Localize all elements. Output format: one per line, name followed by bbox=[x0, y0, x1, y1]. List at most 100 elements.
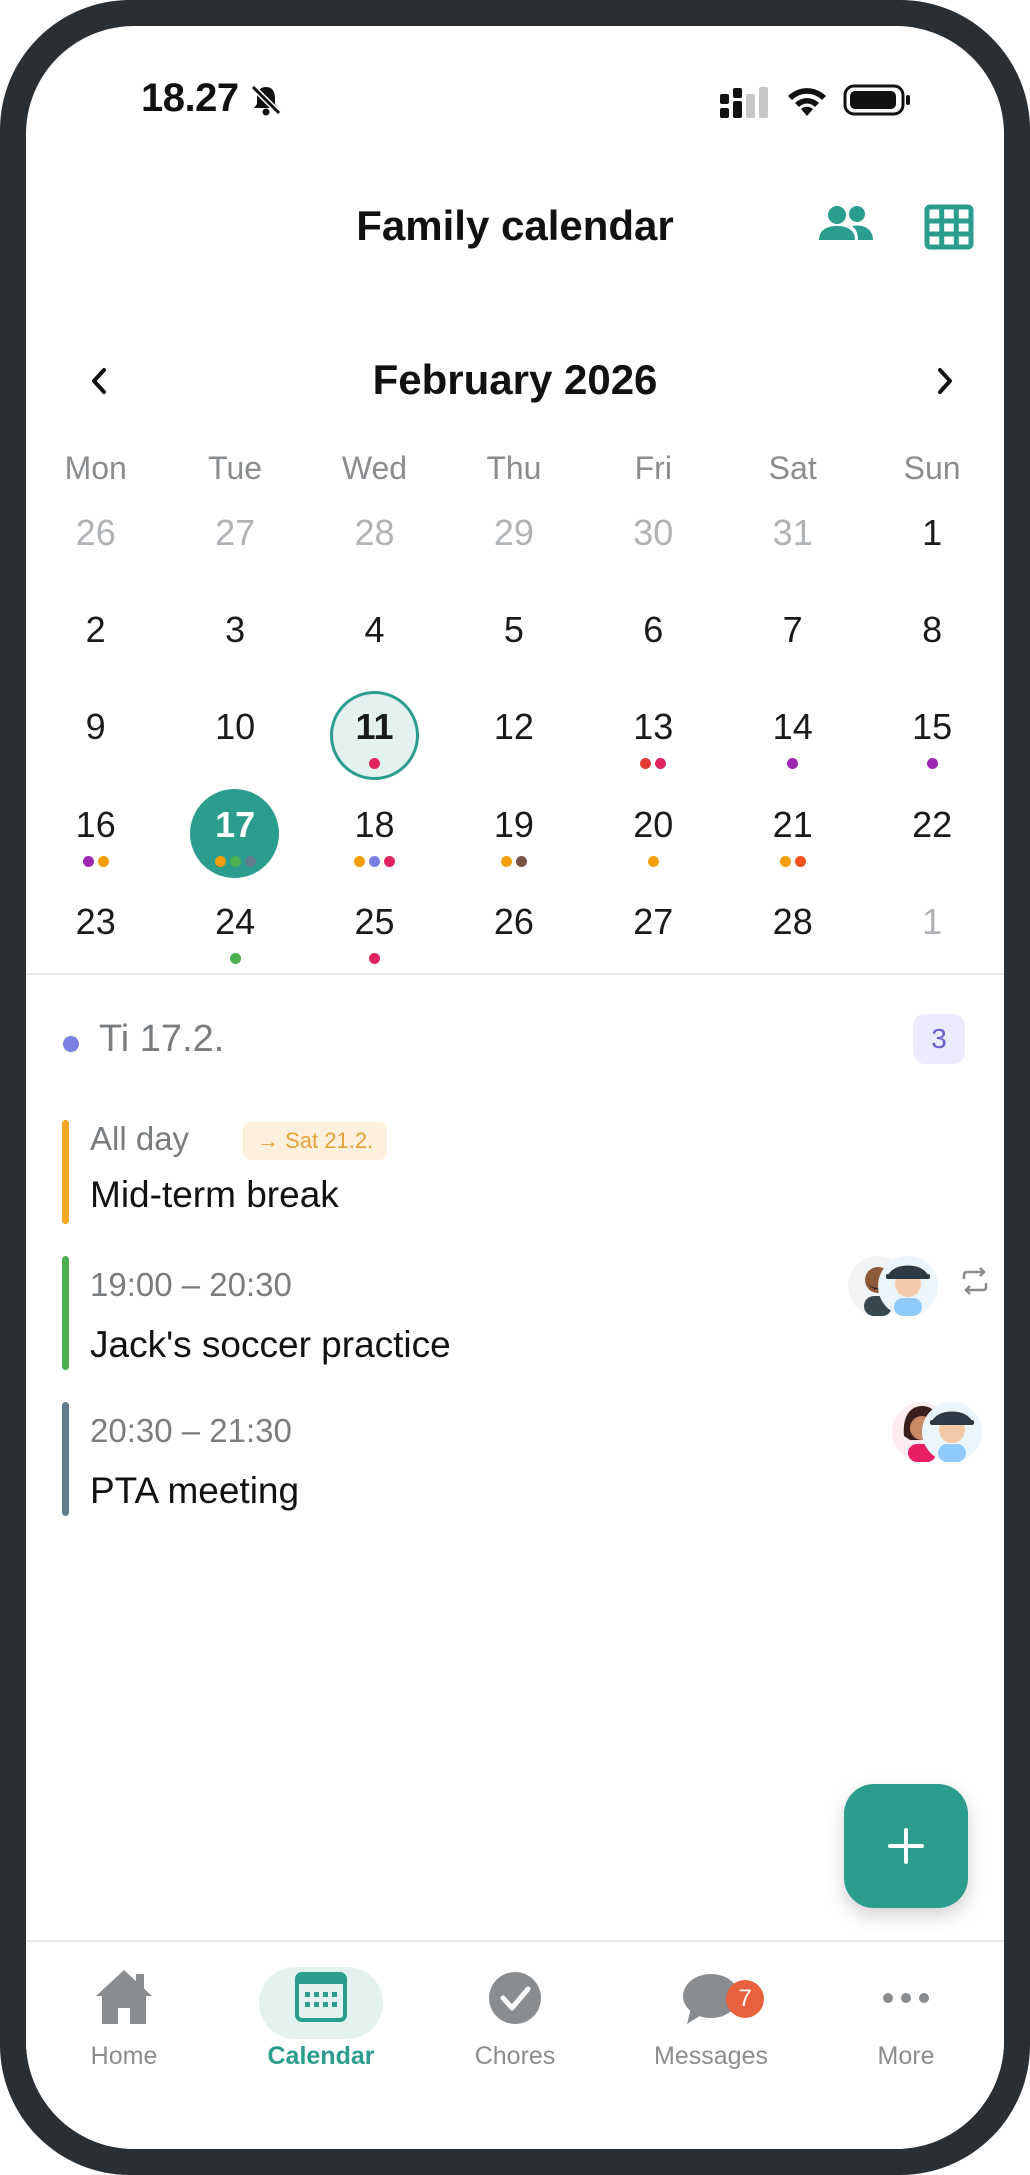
day-number: 22 bbox=[912, 804, 953, 845]
calendar-day[interactable]: 12 bbox=[444, 694, 583, 792]
event-item[interactable]: 20:30 – 21:30 PTA meeting bbox=[62, 1378, 992, 1516]
calendar-day[interactable]: 7 bbox=[723, 597, 862, 695]
plus-icon bbox=[888, 1828, 924, 1864]
day-number: 6 bbox=[643, 609, 664, 650]
day-number: 27 bbox=[215, 512, 256, 553]
event-dot bbox=[926, 758, 938, 769]
event-dot bbox=[368, 953, 380, 964]
calendar-day[interactable]: 27 bbox=[165, 500, 304, 598]
day-number: 23 bbox=[75, 901, 116, 942]
calendar-day[interactable]: 26 bbox=[26, 500, 165, 598]
day-number: 30 bbox=[633, 512, 674, 553]
event-title: Jack's soccer practice bbox=[90, 1324, 451, 1365]
weekday-label: Mon bbox=[64, 450, 127, 486]
calendar-day[interactable]: 18 bbox=[305, 792, 444, 890]
day-number: 9 bbox=[85, 706, 106, 747]
day-number: 2 bbox=[85, 609, 106, 650]
calendar-day[interactable]: 6 bbox=[584, 597, 723, 695]
event-dot bbox=[353, 856, 365, 867]
event-item[interactable]: All day → Sat 21.2. Mid-term break bbox=[62, 1120, 992, 1224]
check-circle-icon bbox=[489, 1972, 541, 2024]
calendar-day-today[interactable]: 11 bbox=[305, 691, 444, 792]
calendar-day-selected[interactable]: 17 bbox=[165, 789, 304, 890]
nav-label: Calendar bbox=[267, 2042, 375, 2070]
event-dots bbox=[723, 856, 862, 867]
device-frame: 18.27 Family calendar February 2026 Mon … bbox=[0, 0, 1030, 2175]
day-number: 28 bbox=[772, 901, 813, 942]
calendar-day[interactable]: 2 bbox=[26, 597, 165, 695]
weekday-label: Sat bbox=[768, 450, 817, 486]
day-number: 10 bbox=[215, 706, 256, 747]
event-title: PTA meeting bbox=[90, 1470, 300, 1511]
calendar-day[interactable]: 19 bbox=[444, 792, 583, 890]
weekday-label: Fri bbox=[634, 450, 672, 486]
calendar-day[interactable]: 31 bbox=[723, 500, 862, 598]
event-time: 19:00 – 20:30 bbox=[90, 1266, 292, 1303]
event-dots bbox=[862, 758, 1001, 769]
event-dots bbox=[444, 856, 583, 867]
nav-item-home[interactable]: Home bbox=[26, 1942, 222, 2072]
day-number: 16 bbox=[75, 804, 116, 845]
event-dot bbox=[655, 758, 667, 769]
event-title: Mid-term break bbox=[90, 1174, 339, 1215]
event-dot bbox=[368, 856, 380, 867]
nav-item-chores[interactable]: Chores bbox=[417, 1942, 613, 2072]
event-dots bbox=[305, 953, 444, 964]
calendar-day[interactable]: 9 bbox=[26, 694, 165, 792]
event-time: 20:30 – 21:30 bbox=[90, 1412, 292, 1449]
calendar-day[interactable]: 21 bbox=[723, 792, 862, 890]
battery-icon bbox=[843, 84, 910, 116]
day-number: 1 bbox=[922, 512, 943, 553]
event-dot bbox=[383, 856, 395, 867]
calendar-day[interactable]: 8 bbox=[862, 597, 1001, 695]
nav-item-calendar[interactable]: Calendar bbox=[223, 1942, 419, 2072]
nav-label: Messages bbox=[654, 2042, 768, 2070]
calendar-day[interactable]: 29 bbox=[444, 500, 583, 598]
day-number: 28 bbox=[354, 512, 395, 553]
signal-icon bbox=[720, 87, 768, 118]
day-number: 25 bbox=[354, 901, 395, 942]
event-dot bbox=[97, 856, 109, 867]
calendar-day[interactable]: 15 bbox=[862, 694, 1001, 792]
day-number: 17 bbox=[215, 804, 256, 845]
event-dot bbox=[794, 856, 806, 867]
more-dots-icon bbox=[883, 1993, 929, 2003]
calendar-day[interactable]: 5 bbox=[444, 597, 583, 695]
calendar-day[interactable]: 10 bbox=[165, 694, 304, 792]
event-time: All day bbox=[90, 1120, 190, 1157]
calendar-day[interactable]: 14 bbox=[723, 694, 862, 792]
nav-item-more[interactable]: More bbox=[808, 1942, 1004, 2072]
calendar-day[interactable]: 1 bbox=[862, 500, 1001, 598]
event-dot bbox=[640, 758, 652, 769]
calendar-day[interactable]: 3 bbox=[165, 597, 304, 695]
weekday-label: Wed bbox=[341, 450, 408, 486]
event-dots bbox=[584, 856, 723, 867]
participant-avatars bbox=[848, 1256, 938, 1316]
grid-view-icon[interactable] bbox=[924, 204, 974, 250]
day-number: 12 bbox=[493, 706, 534, 747]
calendar-day[interactable]: 20 bbox=[584, 792, 723, 890]
day-number: 27 bbox=[633, 901, 674, 942]
calendar-day[interactable]: 28 bbox=[305, 500, 444, 598]
calendar-day[interactable]: 4 bbox=[305, 597, 444, 695]
day-number: 1 bbox=[922, 901, 943, 942]
next-month-button[interactable] bbox=[926, 356, 966, 406]
month-title: February 2026 bbox=[372, 356, 658, 403]
calendar-day[interactable]: 22 bbox=[862, 792, 1001, 890]
add-event-button[interactable] bbox=[844, 1784, 968, 1908]
event-dots bbox=[165, 856, 304, 867]
nav-label: More bbox=[877, 2042, 935, 2070]
event-dot bbox=[82, 856, 94, 867]
calendar-day[interactable]: 30 bbox=[584, 500, 723, 598]
calendar-day[interactable]: 16 bbox=[26, 792, 165, 890]
bell-muted-icon bbox=[250, 84, 282, 116]
event-dot bbox=[229, 953, 241, 964]
nav-item-messages[interactable]: Messages bbox=[613, 1942, 809, 2072]
event-item[interactable]: 19:00 – 20:30 Jack's soccer practice bbox=[62, 1232, 992, 1370]
event-dot bbox=[244, 856, 256, 867]
event-dot bbox=[787, 758, 799, 769]
day-number: 20 bbox=[633, 804, 674, 845]
day-number: 7 bbox=[782, 609, 803, 650]
family-members-icon[interactable] bbox=[816, 202, 876, 250]
calendar-day[interactable]: 13 bbox=[584, 694, 723, 792]
